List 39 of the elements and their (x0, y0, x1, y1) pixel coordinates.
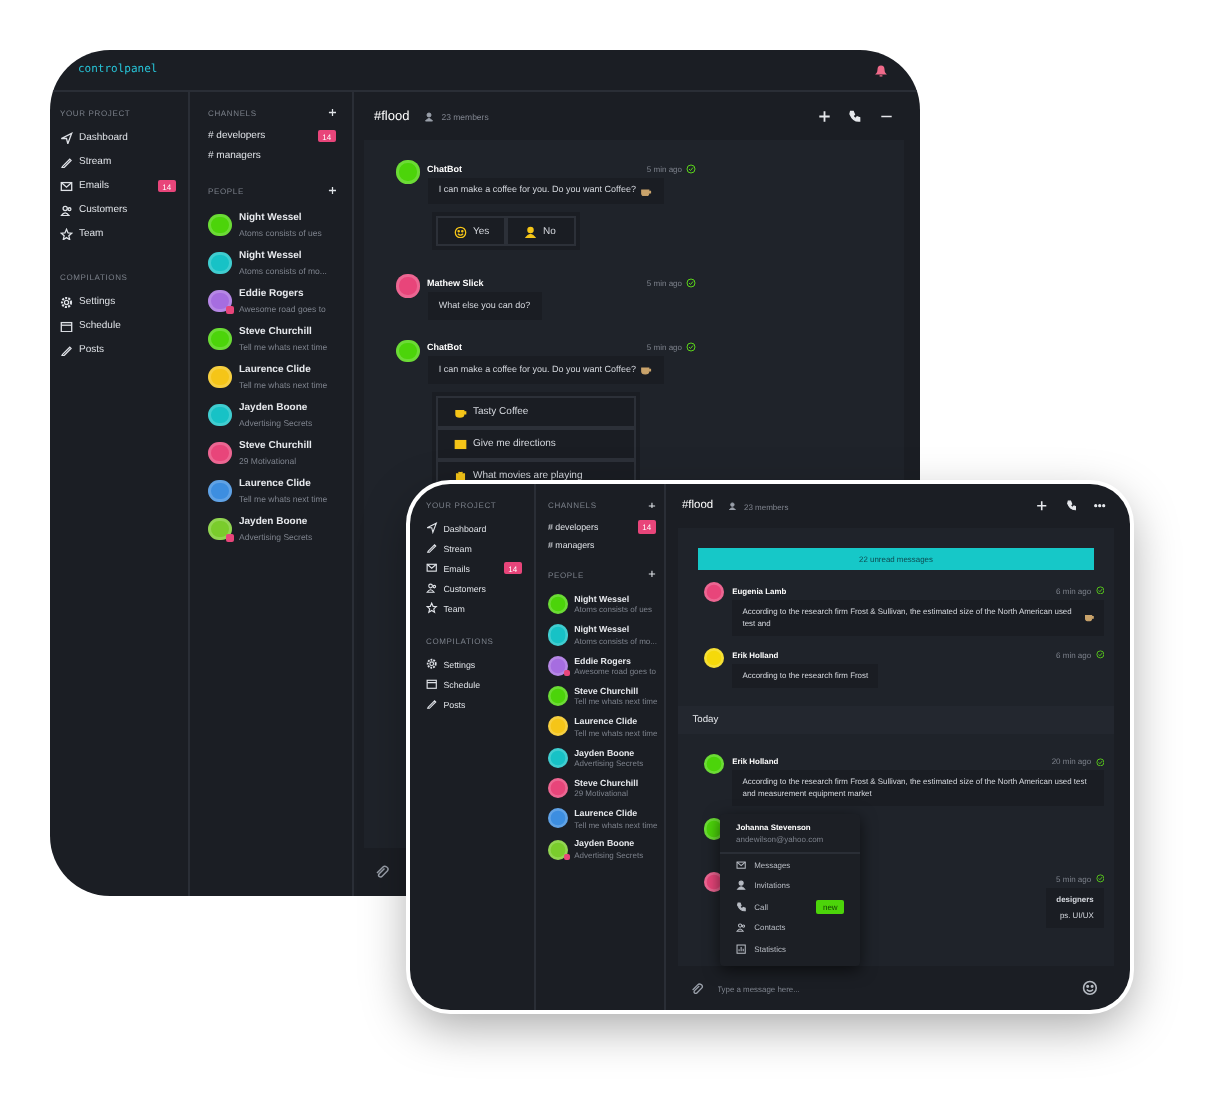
mail-icon (736, 859, 747, 870)
coffee-cup-icon (454, 406, 467, 420)
gear-icon (60, 295, 73, 309)
user-icon (736, 880, 747, 891)
phone-icon (736, 901, 747, 912)
paperclip-icon[interactable] (690, 981, 704, 995)
plane-icon (60, 131, 73, 145)
pencil-icon (60, 343, 73, 357)
plus-icon[interactable] (327, 108, 336, 118)
user-icon (524, 225, 537, 239)
bell-icon[interactable] (874, 63, 888, 77)
calendar-icon (426, 678, 438, 690)
phone-icon[interactable] (848, 109, 861, 123)
plus-icon[interactable] (648, 501, 656, 509)
plus-icon[interactable] (1035, 500, 1048, 512)
pencil-icon (60, 155, 73, 169)
calendar-icon (60, 319, 73, 333)
plus-icon[interactable] (327, 186, 336, 196)
phone-icon[interactable] (1065, 500, 1077, 512)
user-icon (727, 501, 736, 511)
pencil-icon (426, 698, 438, 710)
gear-icon (426, 658, 438, 670)
people-icon (736, 922, 747, 933)
mail-icon (60, 179, 73, 193)
chart-icon (736, 943, 747, 954)
plus-icon[interactable] (648, 570, 656, 579)
plane-icon (426, 522, 438, 534)
smiley-icon (454, 225, 467, 239)
star-icon (60, 227, 73, 241)
plus-icon[interactable] (817, 109, 830, 123)
paperclip-icon[interactable] (374, 864, 389, 880)
pencil-icon (426, 542, 438, 554)
star-icon (426, 602, 438, 614)
user-icon (423, 111, 434, 121)
more-icon[interactable] (1094, 500, 1106, 512)
people-icon (60, 203, 73, 217)
smiley-icon[interactable] (1082, 980, 1098, 996)
people-icon (426, 582, 438, 594)
mail-icon (426, 562, 438, 574)
